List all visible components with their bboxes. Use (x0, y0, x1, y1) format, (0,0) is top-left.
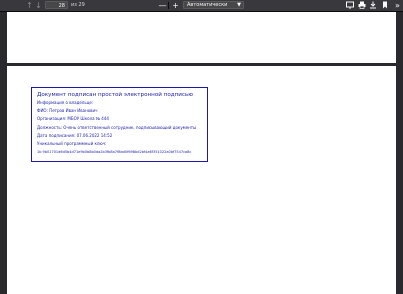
stamp-date: Дата подписания: 07.06.2022 14:52 (37, 132, 113, 138)
stamp-title: Документ подписан простой электронной по… (37, 92, 193, 98)
page-number-input[interactable]: 28 (45, 1, 68, 9)
stamp-key: 1b 9b01701d6d5b4d71e9b0b8b0da2b3fb8a7f8b… (37, 150, 192, 155)
signature-stamp: Документ подписан простой электронной по… (31, 87, 208, 162)
next-page-icon[interactable]: ↓ (34, 1, 43, 10)
pdf-page-current: Документ подписан простой электронной по… (7, 66, 396, 294)
presentation-mode-icon[interactable] (345, 1, 354, 10)
zoom-out-icon[interactable]: — (158, 1, 167, 10)
bookmark-icon[interactable] (380, 1, 389, 10)
pdf-page-previous (7, 12, 396, 63)
stamp-position: Должность: Очень ответственный сотрудник… (37, 124, 197, 130)
print-icon[interactable] (357, 1, 366, 10)
previous-page-icon[interactable]: ↑ (25, 1, 34, 10)
zoom-in-icon[interactable]: + (171, 1, 180, 10)
stamp-key-label: Уникальный программный ключ: (37, 141, 107, 147)
stamp-info-header: Информация о владельце: (37, 100, 94, 105)
pdf-toolbar: ↑ ↓ 28 из 29 — + Автоматически ▼ » (0, 0, 403, 12)
stamp-organization: Организация: МБОУ Школа № 444 (37, 116, 109, 122)
tools-icon[interactable]: » (393, 1, 402, 10)
chevron-down-icon: ▼ (237, 2, 241, 8)
page-count-label: из 29 (71, 2, 85, 8)
zoom-select[interactable]: Автоматически ▼ (183, 1, 244, 9)
toolbar-divider (168, 2, 169, 9)
zoom-value: Автоматически (187, 2, 228, 8)
stamp-fio: ФИО: Петров Иван Иванович (37, 108, 98, 114)
save-icon[interactable] (368, 1, 377, 10)
